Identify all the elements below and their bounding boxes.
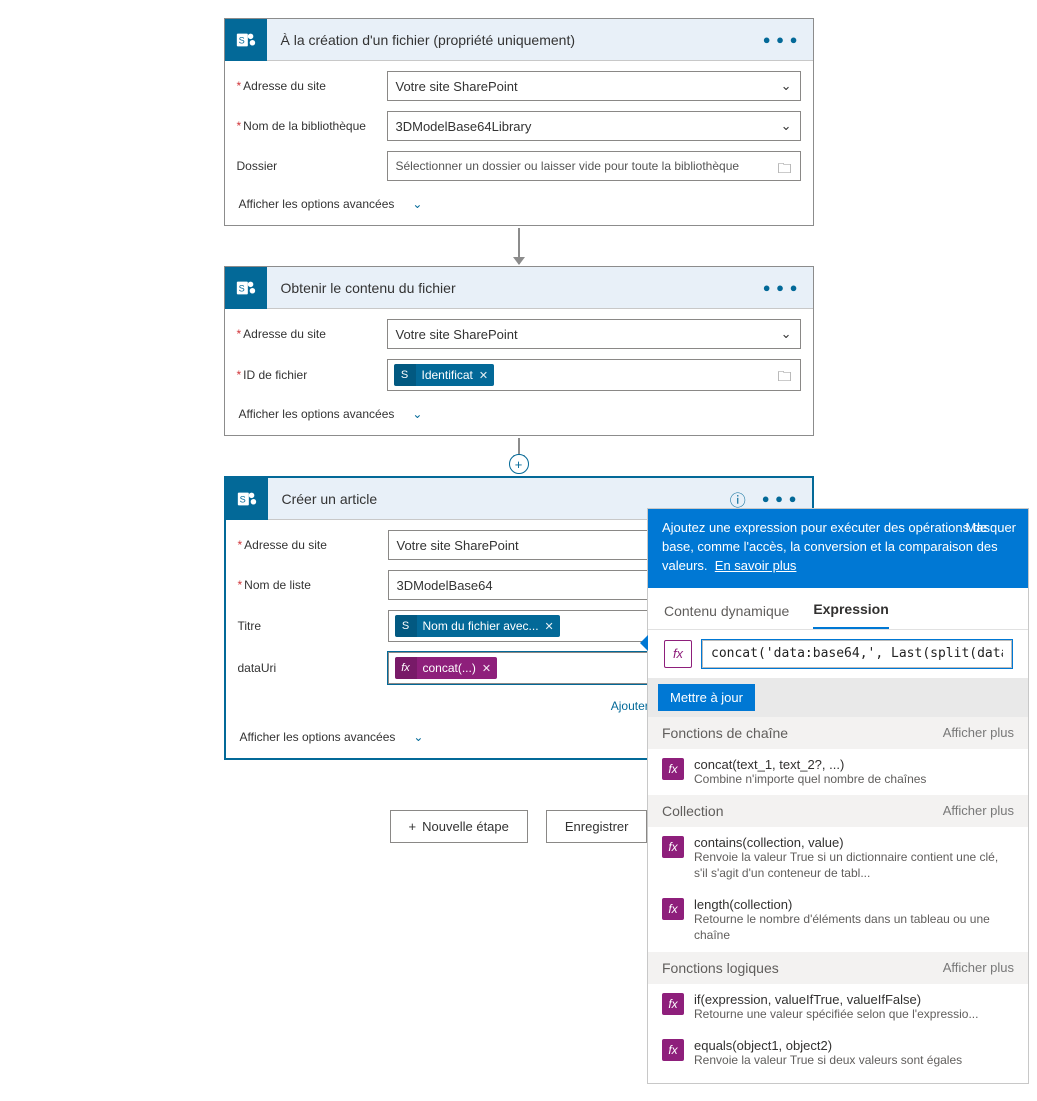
sharepoint-icon: S bbox=[394, 364, 416, 386]
site-label: *Adresse du site bbox=[237, 327, 387, 341]
category-string: Fonctions de chaîneAfficher plus bbox=[648, 717, 1028, 749]
fx-icon: fx bbox=[662, 1039, 684, 1061]
card-title: Créer un article bbox=[268, 491, 730, 507]
fx-icon: fx bbox=[662, 758, 684, 780]
sharepoint-icon: S bbox=[225, 267, 267, 309]
trigger-card: S À la création d'un fichier (propriété … bbox=[224, 18, 814, 226]
get-content-card: S Obtenir le contenu du fichier ● ● ● *A… bbox=[224, 266, 814, 436]
fx-icon: fx bbox=[662, 898, 684, 920]
dynamic-token-identificat[interactable]: SIdentificat✕ bbox=[394, 364, 495, 386]
library-label: *Nom de la bibliothèque bbox=[237, 119, 387, 133]
file-id-input[interactable]: SIdentificat✕ 🗀 bbox=[387, 359, 801, 391]
update-button[interactable]: Mettre à jour bbox=[658, 684, 755, 711]
chevron-down-icon: ⌄ bbox=[781, 118, 792, 134]
new-step-button[interactable]: +Nouvelle étape bbox=[390, 810, 528, 843]
fx-icon: fx bbox=[662, 836, 684, 858]
title-label: Titre bbox=[238, 619, 388, 633]
library-dropdown[interactable]: 3DModelBase64Library⌄ bbox=[387, 111, 801, 141]
remove-token-icon[interactable]: ✕ bbox=[482, 662, 491, 675]
fn-equals[interactable]: fxequals(object1, object2)Renvoie la val… bbox=[648, 1030, 1028, 1077]
folder-picker[interactable]: Sélectionner un dossier ou laisser vide … bbox=[387, 151, 801, 181]
card-header[interactable]: S À la création d'un fichier (propriété … bbox=[225, 19, 813, 61]
hide-panel-button[interactable]: Masquer bbox=[965, 519, 1016, 538]
site-dropdown[interactable]: Votre site SharePoint⌄ bbox=[387, 71, 801, 101]
fn-contains[interactable]: fxcontains(collection, value)Renvoie la … bbox=[648, 827, 1028, 889]
save-button[interactable]: Enregistrer bbox=[546, 810, 648, 843]
folder-label: Dossier bbox=[237, 159, 387, 173]
site-dropdown[interactable]: Votre site SharePoint⌄ bbox=[387, 319, 801, 349]
fn-if[interactable]: fxif(expression, valueIfTrue, valueIfFal… bbox=[648, 984, 1028, 1031]
plus-icon: + bbox=[409, 819, 417, 834]
flow-arrow bbox=[518, 226, 520, 266]
list-label: *Nom de liste bbox=[238, 578, 388, 592]
folder-icon[interactable]: 🗀 bbox=[778, 366, 792, 390]
fn-length[interactable]: fxlength(collection)Retourne le nombre d… bbox=[648, 889, 1028, 951]
svg-text:S: S bbox=[238, 35, 244, 45]
flow-arrow-with-add: + bbox=[518, 436, 520, 464]
expression-panel: Ajoutez une expression pour exécuter des… bbox=[647, 508, 1029, 1084]
show-advanced-toggle[interactable]: Afficher les options avancées⌄ bbox=[237, 191, 801, 225]
show-more-link[interactable]: Afficher plus bbox=[943, 960, 1014, 976]
panel-header: Ajoutez une expression pour exécuter des… bbox=[648, 509, 1028, 588]
sharepoint-icon: S bbox=[226, 478, 268, 520]
chevron-down-icon: ⌄ bbox=[412, 407, 422, 421]
sharepoint-icon: S bbox=[395, 615, 417, 637]
remove-token-icon[interactable]: ✕ bbox=[479, 369, 488, 382]
svg-text:S: S bbox=[239, 494, 245, 504]
category-logic: Fonctions logiquesAfficher plus bbox=[648, 952, 1028, 984]
expression-input[interactable] bbox=[702, 640, 1012, 668]
chevron-down-icon: ⌄ bbox=[412, 197, 422, 211]
function-list[interactable]: Fonctions de chaîneAfficher plus fxconca… bbox=[648, 717, 1028, 1083]
dynamic-token-filename[interactable]: SNom du fichier avec...✕ bbox=[395, 615, 560, 637]
card-title: Obtenir le contenu du fichier bbox=[267, 280, 763, 296]
info-icon[interactable]: ⓘ bbox=[730, 487, 746, 511]
site-label: *Adresse du site bbox=[237, 79, 387, 93]
learn-more-link[interactable]: En savoir plus bbox=[715, 558, 797, 573]
datauri-label: dataUri bbox=[238, 661, 388, 675]
show-more-link[interactable]: Afficher plus bbox=[943, 803, 1014, 819]
chevron-down-icon: ⌄ bbox=[781, 78, 792, 94]
fn-and[interactable]: fxand(expression1, expression2)Renvoie l… bbox=[648, 1077, 1028, 1083]
panel-pointer-icon bbox=[640, 635, 648, 651]
show-more-link[interactable]: Afficher plus bbox=[943, 725, 1014, 741]
file-id-label: *ID de fichier bbox=[237, 368, 387, 382]
fn-concat[interactable]: fxconcat(text_1, text_2?, ...)Combine n'… bbox=[648, 749, 1028, 796]
sharepoint-icon: S bbox=[225, 19, 267, 61]
folder-icon[interactable]: 🗀 bbox=[778, 158, 792, 182]
category-collection: CollectionAfficher plus bbox=[648, 795, 1028, 827]
ellipsis-icon[interactable]: ● ● ● bbox=[763, 280, 799, 295]
ellipsis-icon[interactable]: ● ● ● bbox=[762, 491, 798, 506]
card-title: À la création d'un fichier (propriété un… bbox=[267, 32, 763, 48]
expression-token-concat[interactable]: fxconcat(...)✕ bbox=[395, 657, 498, 679]
panel-tabs: Contenu dynamique Expression bbox=[648, 588, 1028, 630]
tab-expression[interactable]: Expression bbox=[813, 601, 888, 629]
ellipsis-icon[interactable]: ● ● ● bbox=[763, 32, 799, 47]
fx-icon: fx bbox=[662, 993, 684, 1015]
show-advanced-toggle[interactable]: Afficher les options avancées⌄ bbox=[237, 401, 801, 435]
tab-dynamic-content[interactable]: Contenu dynamique bbox=[664, 603, 789, 629]
card-header[interactable]: S Obtenir le contenu du fichier ● ● ● bbox=[225, 267, 813, 309]
svg-text:S: S bbox=[238, 283, 244, 293]
chevron-down-icon: ⌄ bbox=[781, 326, 792, 342]
fx-icon: fx bbox=[395, 657, 417, 679]
site-label: *Adresse du site bbox=[238, 538, 388, 552]
chevron-down-icon: ⌄ bbox=[413, 730, 423, 744]
fx-icon: fx bbox=[664, 640, 692, 668]
remove-token-icon[interactable]: ✕ bbox=[545, 620, 554, 633]
add-action-button[interactable]: + bbox=[509, 454, 529, 474]
